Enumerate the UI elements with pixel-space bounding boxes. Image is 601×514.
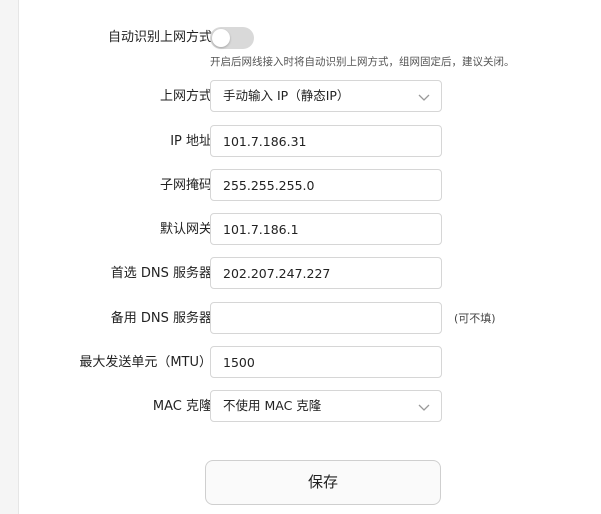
secondary-dns-label: 备用 DNS 服务器 [110,311,212,326]
connection-type-select[interactable]: 手动输入 IP（静态IP） [210,80,442,112]
primary-dns-input[interactable] [210,257,442,289]
subnet-mask-label: 子网掩码 [159,178,212,193]
auto-detect-toggle[interactable] [210,27,254,49]
row-mac-clone: MAC 克隆 不使用 MAC 克隆 [19,390,601,424]
primary-dns-label: 首选 DNS 服务器 [110,266,212,281]
mac-clone-label: MAC 克隆 [152,399,212,414]
row-subnet-mask: 子网掩码 [19,169,601,203]
row-connection-type: 上网方式 手动输入 IP（静态IP） [19,80,601,114]
row-primary-dns: 首选 DNS 服务器 [19,257,601,291]
auto-detect-label: 自动识别上网方式 [107,30,212,45]
secondary-dns-note: (可不填) [454,312,496,325]
subnet-mask-input[interactable] [210,169,442,201]
secondary-dns-input[interactable] [210,302,442,334]
mac-clone-select[interactable]: 不使用 MAC 克隆 [210,390,442,422]
mtu-label: 最大发送单元（MTU） [79,355,212,370]
toggle-knob [212,29,230,47]
row-secondary-dns: 备用 DNS 服务器 (可不填) [19,302,601,336]
row-ip-address: IP 地址 [19,125,601,159]
auto-detect-hint: 开启后网线接入时将自动识别上网方式，组网固定后，建议关闭。 [210,56,515,68]
mac-clone-value: 不使用 MAC 克隆 [223,398,322,413]
chevron-down-icon [418,94,430,101]
connection-type-label: 上网方式 [159,89,212,104]
ip-address-input[interactable] [210,125,442,157]
connection-type-value: 手动输入 IP（静态IP） [223,88,350,103]
ip-address-label: IP 地址 [170,134,212,149]
row-gateway: 默认网关 [19,213,601,247]
chevron-down-icon [418,404,430,411]
row-mtu: 最大发送单元（MTU） [19,346,601,380]
gateway-input[interactable] [210,213,442,245]
mtu-input[interactable] [210,346,442,378]
gateway-label: 默认网关 [159,222,212,237]
settings-panel: 自动识别上网方式 开启后网线接入时将自动识别上网方式，组网固定后，建议关闭。 上… [18,0,601,514]
save-button[interactable]: 保存 [205,460,441,505]
